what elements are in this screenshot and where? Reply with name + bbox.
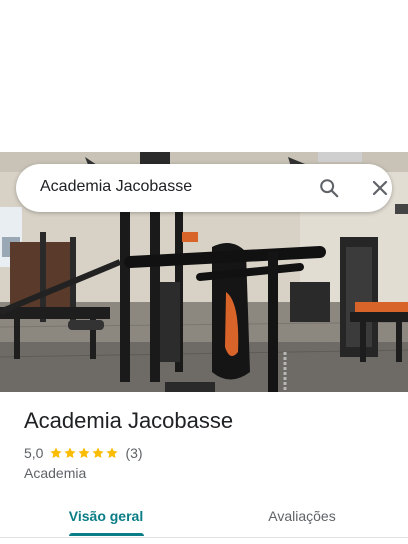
map-blank-area	[0, 0, 408, 152]
star-icon	[78, 447, 91, 459]
rating-stars	[49, 446, 119, 460]
rating-value: 5,0	[24, 445, 44, 461]
star-icon	[92, 447, 105, 459]
search-icon[interactable]	[318, 177, 340, 199]
rating-row[interactable]: 5,0 (3)	[24, 444, 143, 462]
place-title: Academia Jacobasse	[24, 408, 234, 433]
place-category: Academia	[24, 465, 87, 481]
tab-overview[interactable]: Visão geral	[62, 494, 150, 538]
review-count[interactable]: (3)	[125, 445, 142, 461]
search-bar[interactable]: Academia Jacobasse	[16, 164, 392, 212]
close-icon[interactable]	[370, 178, 390, 198]
tab-divider	[0, 537, 408, 538]
search-query-text[interactable]: Academia Jacobasse	[40, 178, 192, 196]
tab-selected-indicator	[69, 533, 144, 536]
star-icon	[50, 447, 63, 459]
tab-reviews[interactable]: Avaliações	[256, 494, 348, 538]
tab-bar: Visão geral Avaliações	[0, 494, 408, 538]
star-icon	[64, 447, 77, 459]
star-icon	[106, 447, 119, 459]
